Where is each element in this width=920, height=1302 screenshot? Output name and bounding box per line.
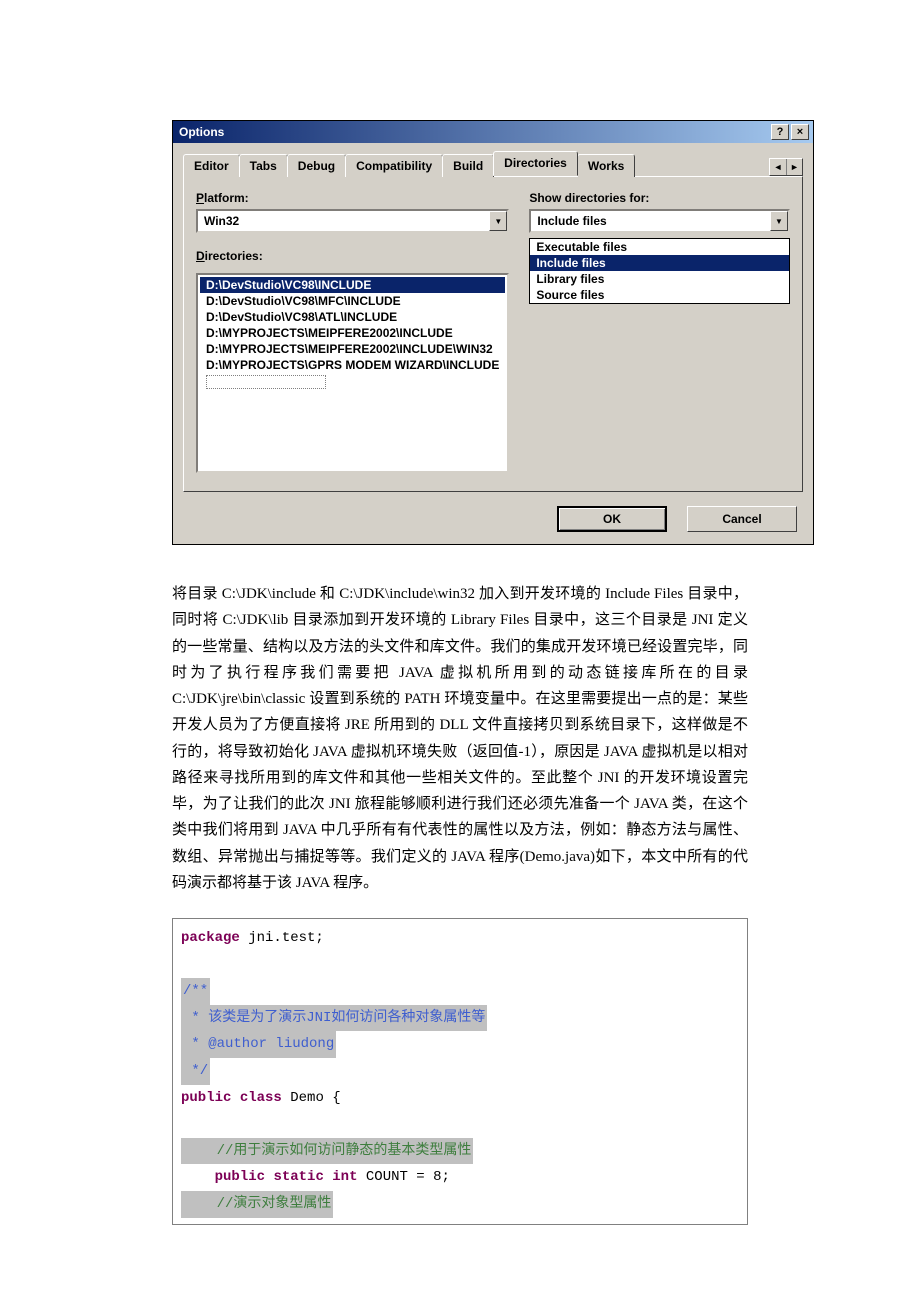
showdir-option[interactable]: Source files bbox=[530, 287, 789, 303]
tab-editor[interactable]: Editor bbox=[183, 154, 240, 177]
directory-item[interactable]: D:\MYPROJECTS\MEIPFERE2002\INCLUDE bbox=[200, 325, 505, 341]
cancel-button[interactable]: Cancel bbox=[687, 506, 797, 532]
keyword: class bbox=[240, 1090, 282, 1106]
tab-compatibility[interactable]: Compatibility bbox=[345, 154, 443, 177]
keyword: package bbox=[181, 930, 240, 946]
directories-label: Directories: bbox=[196, 249, 509, 263]
tab-debug[interactable]: Debug bbox=[287, 154, 346, 177]
directory-item[interactable]: D:\DevStudio\VC98\ATL\INCLUDE bbox=[200, 309, 505, 325]
showdir-value: Include files bbox=[531, 211, 770, 231]
directory-item[interactable]: D:\MYPROJECTS\GPRS MODEM WIZARD\INCLUDE bbox=[200, 357, 505, 373]
code-block: package jni.test; /** * 该类是为了演示JNI如何访问各种… bbox=[172, 918, 748, 1225]
showdir-combo[interactable]: Include files ▼ bbox=[529, 209, 790, 233]
tab-strip: Editor Tabs Debug Compatibility Build Di… bbox=[183, 151, 803, 176]
showdir-option[interactable]: Library files bbox=[530, 271, 789, 287]
showdir-option[interactable]: Executable files bbox=[530, 239, 789, 255]
platform-dropdown-icon[interactable]: ▼ bbox=[489, 211, 507, 231]
tab-scroll-left[interactable]: ◄ bbox=[770, 159, 786, 175]
keyword: int bbox=[332, 1169, 357, 1185]
platform-value: Win32 bbox=[198, 211, 489, 231]
directory-item[interactable]: D:\DevStudio\VC98\INCLUDE bbox=[200, 277, 505, 293]
platform-combo[interactable]: Win32 ▼ bbox=[196, 209, 509, 233]
tab-tabs[interactable]: Tabs bbox=[239, 154, 288, 177]
directories-listbox[interactable]: D:\DevStudio\VC98\INCLUDE D:\DevStudio\V… bbox=[196, 273, 509, 473]
showdir-label: Show directories for: bbox=[529, 191, 790, 205]
directory-item[interactable]: D:\DevStudio\VC98\MFC\INCLUDE bbox=[200, 293, 505, 309]
comment: */ bbox=[181, 1058, 210, 1085]
keyword: static bbox=[273, 1169, 323, 1185]
tab-scroll: ◄ ► bbox=[769, 158, 803, 176]
new-directory-placeholder[interactable] bbox=[206, 375, 326, 389]
tab-workspace[interactable]: Works bbox=[577, 154, 635, 177]
platform-label: Platform: bbox=[196, 191, 509, 205]
help-button[interactable]: ? bbox=[771, 124, 789, 140]
options-dialog: Options ? × Editor Tabs Debug Compatibil… bbox=[172, 120, 814, 545]
showdir-dropdown[interactable]: Executable files Include files Library f… bbox=[529, 238, 790, 304]
comment: //演示对象型属性 bbox=[181, 1191, 333, 1218]
tab-directories[interactable]: Directories bbox=[493, 151, 578, 176]
close-button[interactable]: × bbox=[791, 124, 809, 140]
directory-item[interactable]: D:\MYPROJECTS\MEIPFERE2002\INCLUDE\WIN32 bbox=[200, 341, 505, 357]
titlebar: Options ? × bbox=[173, 121, 813, 143]
comment: * @author liudong bbox=[181, 1031, 336, 1058]
ok-button[interactable]: OK bbox=[557, 506, 667, 532]
keyword: public bbox=[181, 1090, 231, 1106]
comment: /** bbox=[181, 978, 210, 1005]
keyword: public bbox=[215, 1169, 265, 1185]
tab-build[interactable]: Build bbox=[442, 154, 494, 177]
article-paragraph: 将目录 C:\JDK\include 和 C:\JDK\include\win3… bbox=[172, 581, 748, 896]
tab-scroll-right[interactable]: ► bbox=[786, 159, 802, 175]
showdir-dropdown-icon[interactable]: ▼ bbox=[770, 211, 788, 231]
showdir-option[interactable]: Include files bbox=[530, 255, 789, 271]
comment: //用于演示如何访问静态的基本类型属性 bbox=[181, 1138, 473, 1165]
dialog-title: Options bbox=[179, 125, 769, 139]
comment: * 该类是为了演示JNI如何访问各种对象属性等 bbox=[181, 1005, 487, 1032]
